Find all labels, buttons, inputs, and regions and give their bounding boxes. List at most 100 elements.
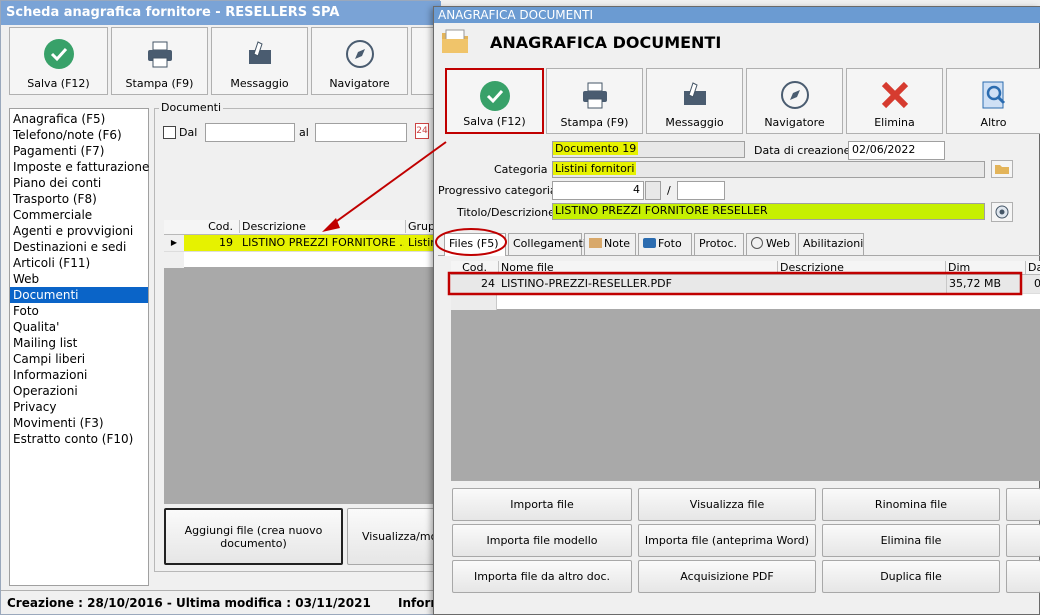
- files-header-da: Da: [1025, 261, 1040, 274]
- tab-abilitazioni[interactable]: Abilitazioni: [798, 233, 864, 255]
- back-grid: Cod. Descrizione Grupp ▶ 19 LISTINO PREZ…: [164, 220, 441, 504]
- sidebar-item[interactable]: Web: [10, 271, 148, 287]
- back-window: Scheda anagrafica fornitore - RESELLERS …: [0, 0, 443, 615]
- sidebar-item[interactable]: Operazioni: [10, 383, 148, 399]
- back-message-button[interactable]: Messaggio: [211, 27, 308, 95]
- files-row-nome: LISTINO-PREZZI-RESELLER.PDF: [501, 277, 672, 290]
- tab-web[interactable]: Web: [746, 233, 796, 255]
- front-altro-button[interactable]: Altro: [946, 68, 1040, 134]
- front-navigator-button[interactable]: Navigatore: [746, 68, 843, 134]
- sidebar-item[interactable]: Piano dei conti: [10, 175, 148, 191]
- sidebar-item[interactable]: Trasporto (F8): [10, 191, 148, 207]
- back-print-button[interactable]: Stampa (F9): [111, 27, 208, 95]
- tab-collegamenti[interactable]: Collegamenti: [508, 233, 586, 255]
- documenti-group: Documenti Dal al 24 Cod. Descrizione Gru…: [154, 101, 442, 572]
- tab-note-label: Note: [604, 237, 631, 250]
- sidebar-item[interactable]: Anagrafica (F5): [10, 111, 148, 127]
- tab-note[interactable]: Note: [584, 233, 636, 255]
- documenti-group-title: Documenti: [159, 101, 224, 114]
- sidebar-item[interactable]: Qualita': [10, 319, 148, 335]
- sidebar-item[interactable]: Campi liberi: [10, 351, 148, 367]
- al-date-field[interactable]: [315, 123, 407, 142]
- file-action-button-extra[interactable]: [1006, 560, 1040, 593]
- front-save-button[interactable]: Salva (F12): [445, 68, 544, 134]
- file-action-button[interactable]: Elimina file: [822, 524, 1000, 557]
- front-print-button[interactable]: Stampa (F9): [546, 68, 643, 134]
- sidebar-item[interactable]: Documenti: [10, 287, 148, 303]
- dal-checkbox[interactable]: [163, 126, 176, 139]
- sidebar-item[interactable]: Movimenti (F3): [10, 415, 148, 431]
- al-label: al: [299, 126, 309, 139]
- aggiungi-file-button[interactable]: Aggiungi file (crea nuovo documento): [164, 508, 343, 565]
- folder-icon: [440, 27, 470, 58]
- check-icon: [479, 80, 511, 115]
- tab-protoc-label: Protoc.: [699, 237, 738, 250]
- data-creazione-label: Data di creazione :: [754, 144, 858, 157]
- sidebar-item[interactable]: Mailing list: [10, 335, 148, 351]
- compass-icon: [344, 38, 376, 73]
- sidebar-item[interactable]: Informazioni: [10, 367, 148, 383]
- search-doc-icon: [978, 79, 1010, 114]
- titolo-field[interactable]: LISTINO PREZZI FORNITORE RESELLER: [552, 203, 985, 220]
- globe-icon: [751, 237, 763, 249]
- front-navigator-label: Navigatore: [764, 116, 825, 129]
- file-action-button[interactable]: Acquisizione PDF: [638, 560, 816, 593]
- front-message-label: Messaggio: [665, 116, 724, 129]
- progressivo-field[interactable]: 4: [552, 181, 644, 200]
- sidebar-item[interactable]: Imposte e fatturazione: [10, 159, 149, 175]
- progressivo-total-field[interactable]: [677, 181, 725, 200]
- front-delete-button[interactable]: Elimina: [846, 68, 943, 134]
- front-toolbar: Salva (F12) Stampa (F9) Messaggio Naviga…: [445, 68, 1040, 134]
- compass-icon: [779, 79, 811, 114]
- sidebar-item[interactable]: Destinazioni e sedi: [10, 239, 148, 255]
- file-action-button[interactable]: Importa file: [452, 488, 632, 521]
- dal-date-field[interactable]: [205, 123, 295, 142]
- file-action-button[interactable]: Importa file (anteprima Word): [638, 524, 816, 557]
- front-message-button[interactable]: Messaggio: [646, 68, 743, 134]
- sidebar-item[interactable]: Privacy: [10, 399, 148, 415]
- header-cod: Cod.: [208, 220, 233, 233]
- note-icon: [589, 238, 602, 248]
- sidebar-item[interactable]: Foto: [10, 303, 148, 319]
- back-status-bar: Creazione : 28/10/2016 - Ultima modifica…: [1, 590, 443, 614]
- file-action-button-extra[interactable]: [1006, 488, 1040, 521]
- back-save-label: Salva (F12): [27, 77, 90, 90]
- back-grid-row[interactable]: ▶ 19 LISTINO PREZZI FORNITORE ... Listin…: [164, 235, 441, 251]
- back-navigator-button[interactable]: Navigatore: [311, 27, 408, 95]
- files-row-cod: 24: [481, 277, 495, 290]
- categoria-field[interactable]: Listini fornitori: [552, 161, 985, 178]
- visualizza-modifica-button[interactable]: Visualizza/modif: [347, 508, 442, 565]
- sidebar-item[interactable]: Commerciale: [10, 207, 148, 223]
- data-creazione-field[interactable]: 02/06/2022: [848, 141, 945, 160]
- tab-abilitazioni-label: Abilitazioni: [803, 237, 864, 250]
- progressivo-sep: /: [667, 184, 671, 197]
- back-navigator-label: Navigatore: [329, 77, 390, 90]
- folder-open-icon[interactable]: [991, 160, 1013, 178]
- tab-foto[interactable]: Foto: [638, 233, 692, 255]
- file-action-button[interactable]: Importa file da altro doc.: [452, 560, 632, 593]
- front-window: ANAGRAFICA DOCUMENTI ANAGRAFICA DOCUMENT…: [433, 6, 1040, 615]
- file-action-button-extra[interactable]: [1006, 524, 1040, 557]
- sidebar-item[interactable]: Telefono/note (F6): [10, 127, 148, 143]
- file-action-button[interactable]: Rinomina file: [822, 488, 1000, 521]
- file-action-button[interactable]: Duplica file: [822, 560, 1000, 593]
- progressivo-spin[interactable]: [645, 181, 661, 200]
- calendar-icon[interactable]: 24: [415, 123, 429, 139]
- tab-protoc[interactable]: Protoc.: [694, 233, 744, 255]
- files-header-dim: Dim: [945, 261, 1025, 274]
- sidebar-item[interactable]: Agenti e provvigioni: [10, 223, 148, 239]
- sidebar-item[interactable]: Articoli (F11): [10, 255, 148, 271]
- files-grid-header: Cod. Nome file Descrizione Dim Da: [451, 261, 1040, 275]
- file-action-button[interactable]: Visualizza file: [638, 488, 816, 521]
- delete-x-icon: [879, 79, 911, 114]
- front-header-title: ANAGRAFICA DOCUMENTI: [490, 33, 722, 52]
- sidebar-item[interactable]: Pagamenti (F7): [10, 143, 148, 159]
- file-action-button[interactable]: Importa file modello: [452, 524, 632, 557]
- globe-settings-icon[interactable]: [991, 202, 1013, 222]
- sidebar-item[interactable]: Estratto conto (F10): [10, 431, 148, 447]
- files-grid-row[interactable]: 24 LISTINO-PREZZI-RESELLER.PDF 35,72 MB …: [451, 275, 1040, 293]
- front-save-label: Salva (F12): [463, 115, 526, 128]
- tab-files[interactable]: Files (F5): [444, 233, 506, 256]
- dal-label: Dal: [179, 126, 198, 139]
- back-save-button[interactable]: Salva (F12): [9, 27, 108, 95]
